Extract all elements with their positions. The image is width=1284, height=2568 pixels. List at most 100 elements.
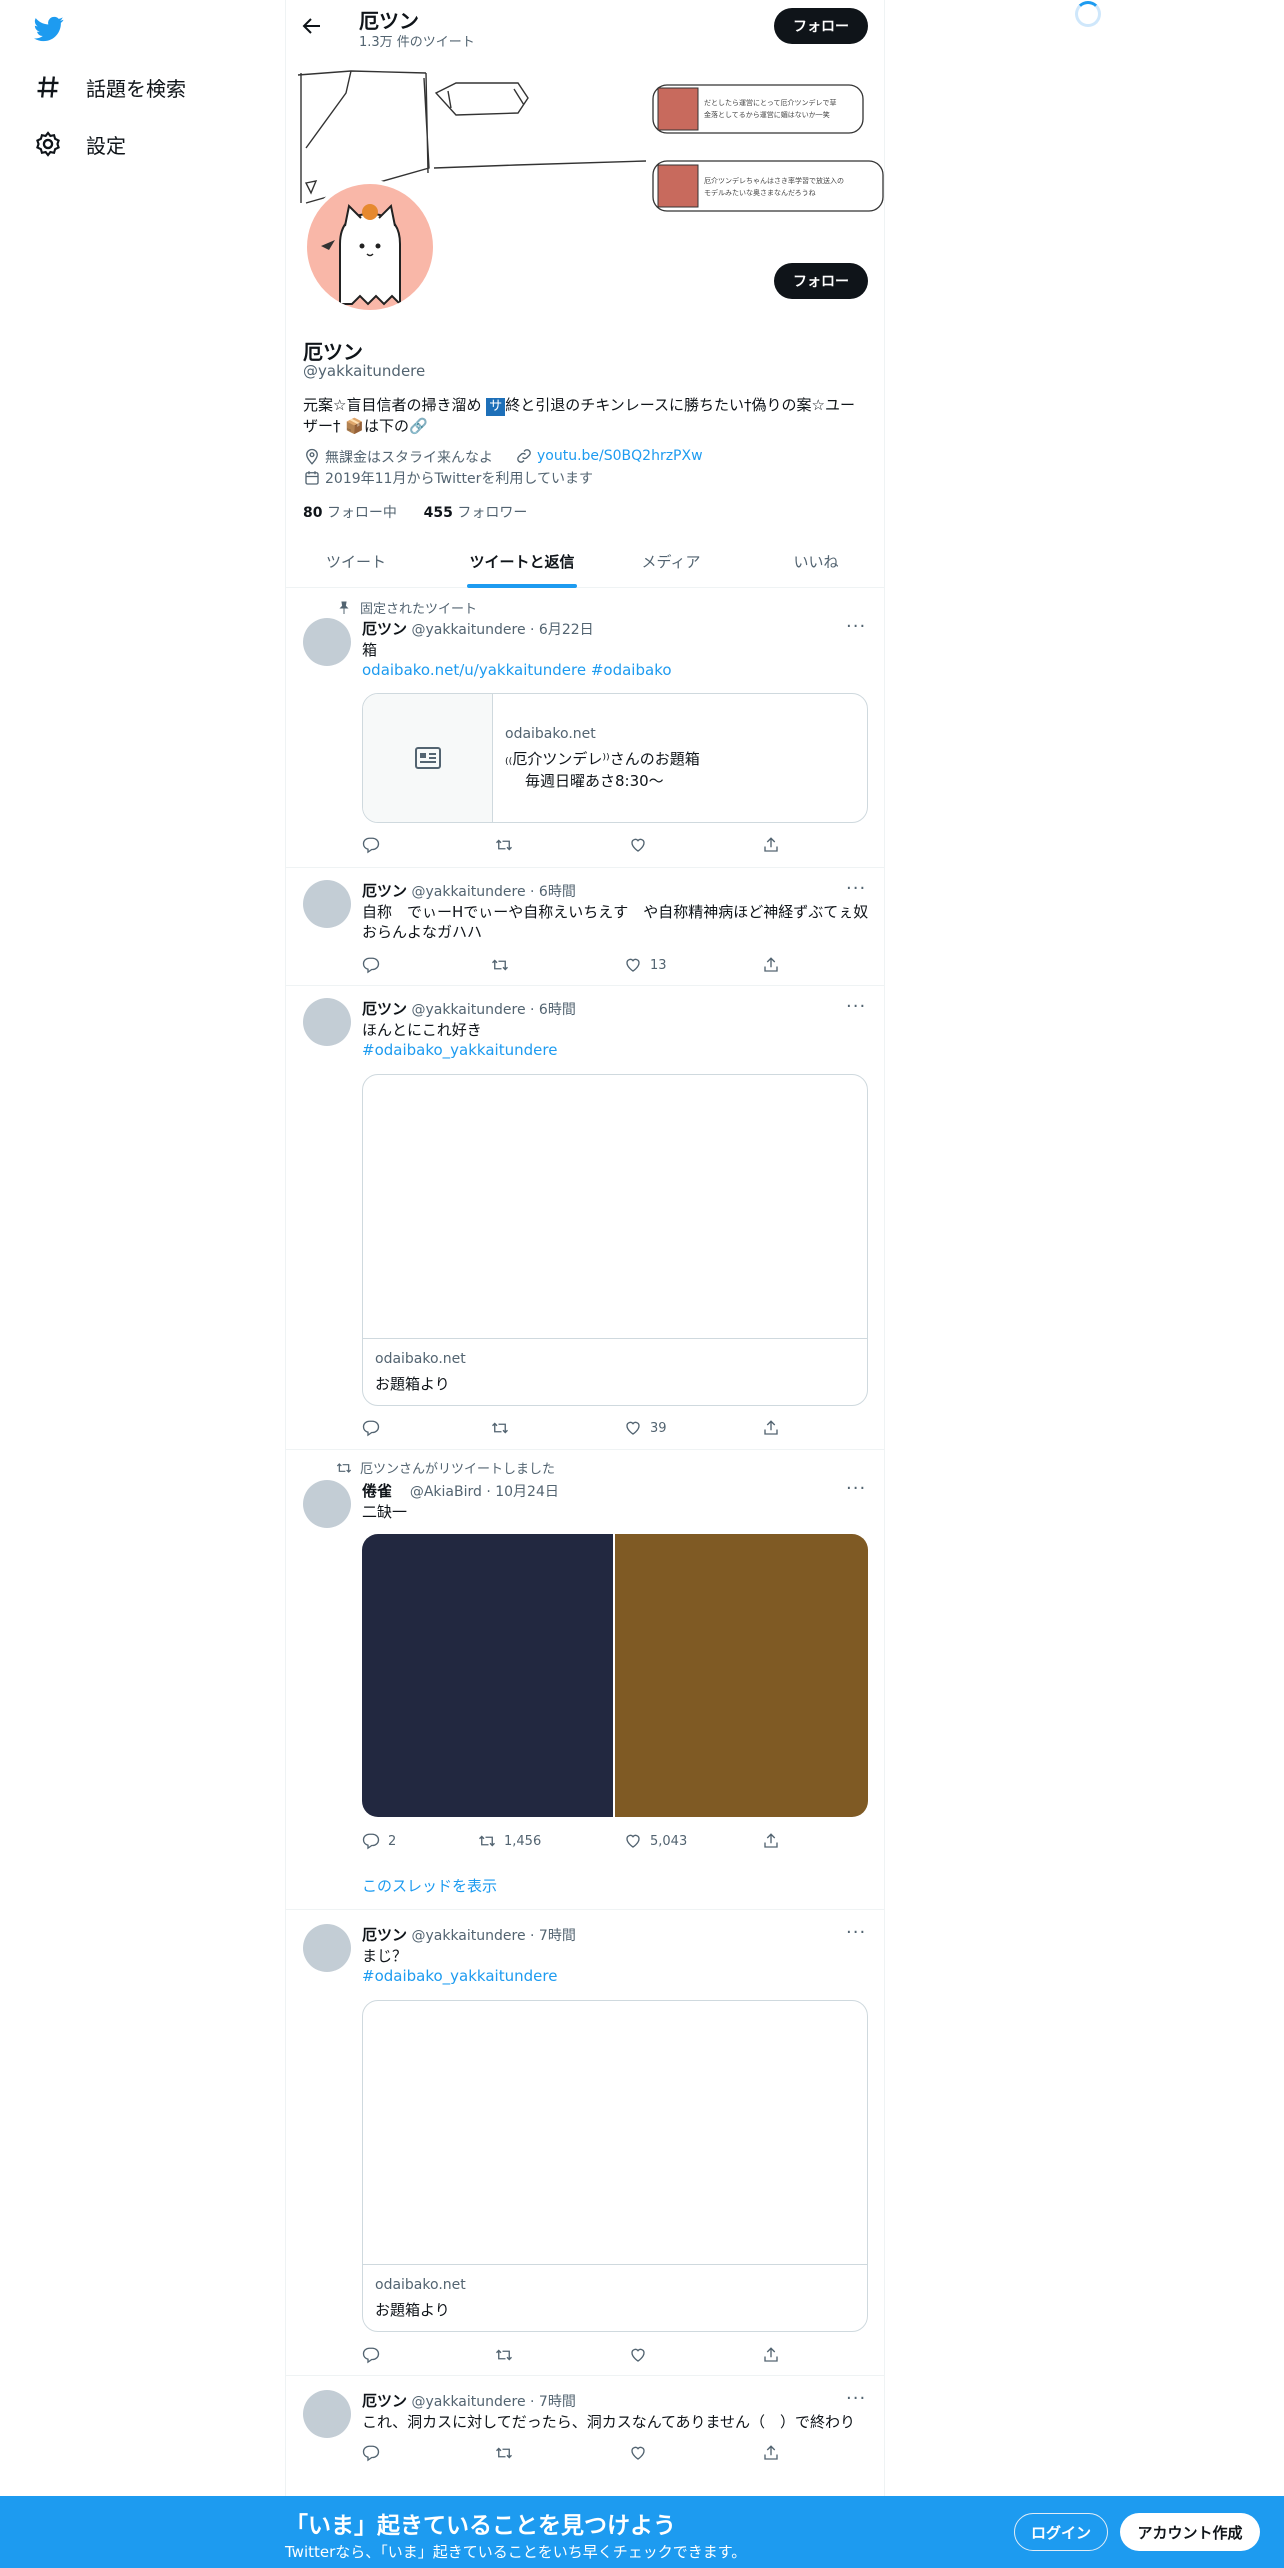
- tweet-image-right[interactable]: [615, 1534, 868, 1817]
- signup-button[interactable]: アカウント作成: [1120, 2513, 1260, 2551]
- following-link[interactable]: 80 フォロー中: [303, 505, 397, 521]
- profile-location-text: 無課金はスタライ来んなよ: [325, 450, 493, 466]
- tweet-link[interactable]: odaibako.net/u/yakkaitundere #odaibako: [362, 661, 672, 679]
- more-options-icon[interactable]: ···: [846, 1478, 866, 1499]
- reply-button[interactable]: [362, 2346, 388, 2364]
- twitter-bird-icon[interactable]: [32, 14, 66, 44]
- share-button[interactable]: [762, 2346, 788, 2364]
- tweet-pinned[interactable]: 固定されたツイート 厄ツン @yakkaitundere · 6月22日 ···…: [286, 588, 884, 868]
- share-icon: [762, 836, 780, 854]
- like-button[interactable]: 39: [624, 1419, 667, 1437]
- retweet-button[interactable]: 1,456: [478, 1832, 541, 1850]
- like-button[interactable]: [629, 836, 655, 854]
- tweet-author[interactable]: 厄ツン: [362, 882, 407, 900]
- like-button[interactable]: 5,043: [624, 1832, 687, 1850]
- card-image: [363, 1075, 867, 1339]
- show-thread-link[interactable]: このスレッドを表示: [362, 1875, 497, 1896]
- avatar[interactable]: [303, 2390, 351, 2438]
- reply-button[interactable]: [362, 956, 388, 974]
- tweet-image-left[interactable]: [362, 1534, 613, 1817]
- share-icon: [762, 2444, 780, 2462]
- card-domain: odaibako.net: [375, 2277, 466, 2293]
- follow-button-top[interactable]: フォロー: [774, 8, 868, 44]
- left-navigation: 話題を検索 設定: [0, 0, 285, 2568]
- more-options-icon[interactable]: ···: [846, 878, 866, 899]
- tab-likes[interactable]: いいね: [751, 535, 881, 588]
- link-card[interactable]: odaibako.net ₍₍厄介ツンデレ⁾⁾さんのお題箱 毎週日曜あさ8:30…: [362, 693, 868, 823]
- avatar[interactable]: [303, 618, 351, 666]
- like-button[interactable]: [629, 2346, 655, 2364]
- tweet[interactable]: 厄ツン @yakkaitundere · 7時間 ··· これ、洞カスに対してだ…: [286, 2376, 884, 2496]
- reply-icon: [362, 2444, 380, 2462]
- share-button[interactable]: [762, 2444, 788, 2462]
- tab-tweets[interactable]: ツイート: [286, 535, 426, 588]
- nav-explore[interactable]: 話題を検索: [34, 67, 186, 107]
- more-options-icon[interactable]: ···: [846, 996, 866, 1017]
- profile-website[interactable]: youtu.be/S0BQ2hrzPXw: [515, 447, 703, 465]
- retweet-icon: [495, 836, 513, 854]
- signup-banner-subtitle: Twitterなら、「いま」起きていることをいち早くチェックできます。: [285, 2543, 747, 2561]
- pinned-label: 固定されたツイート: [336, 598, 477, 617]
- reply-button[interactable]: [362, 1419, 388, 1437]
- tweet-actions: 13: [362, 956, 782, 976]
- retweet-button[interactable]: [495, 2346, 521, 2364]
- link-card[interactable]: odaibako.net お題箱より: [362, 1074, 868, 1406]
- heart-icon: [624, 1832, 642, 1850]
- share-button[interactable]: [762, 1419, 788, 1437]
- more-options-icon[interactable]: ···: [846, 1922, 866, 1943]
- followers-link[interactable]: 455 フォロワー: [424, 505, 528, 521]
- profile-website-link[interactable]: youtu.be/S0BQ2hrzPXw: [537, 448, 703, 464]
- share-icon: [762, 956, 780, 974]
- tweet-author[interactable]: 厄ツン: [362, 1000, 407, 1018]
- like-button[interactable]: 13: [624, 956, 667, 974]
- tab-tweets-replies[interactable]: ツイートと返信: [467, 535, 577, 588]
- profile-joined-text: 2019年11月からTwitterを利用しています: [325, 471, 593, 487]
- tweet-author[interactable]: 厄ツン: [362, 1926, 407, 1944]
- retweet-button[interactable]: [495, 836, 521, 854]
- share-button[interactable]: [762, 836, 788, 854]
- reply-icon: [362, 1832, 380, 1850]
- avatar[interactable]: [303, 880, 351, 928]
- tweet-author[interactable]: 倦雀: [362, 1482, 392, 1500]
- retweet-button[interactable]: [491, 1419, 517, 1437]
- hashtag-link[interactable]: #odaibako_yakkaitundere: [362, 1967, 557, 1985]
- tweet-retweeted[interactable]: 厄ツンさんがリツイートしました 倦雀 @AkiaBird · 10月24日 ··…: [286, 1450, 884, 1910]
- bio-box-glyph: サ: [486, 398, 506, 416]
- profile-avatar[interactable]: [303, 180, 437, 314]
- avatar[interactable]: [303, 1924, 351, 1972]
- reply-button[interactable]: [362, 836, 388, 854]
- nav-settings-label: 設定: [86, 133, 126, 158]
- tweet-text: 自称 でぃーHでぃーや自称えいちえす や自称精神病ほど神経ずぶてぇ奴おらんよなガ…: [362, 903, 869, 941]
- login-button[interactable]: ログイン: [1014, 2513, 1108, 2551]
- nav-settings[interactable]: 設定: [34, 124, 126, 164]
- heart-icon: [629, 836, 647, 854]
- share-button[interactable]: [762, 956, 788, 974]
- avatar[interactable]: [303, 998, 351, 1046]
- retweet-button[interactable]: [495, 2444, 521, 2462]
- share-button[interactable]: [762, 1832, 788, 1850]
- card-title: お題箱より: [375, 1375, 450, 1393]
- follow-button[interactable]: フォロー: [774, 263, 868, 299]
- tweet[interactable]: 厄ツン @yakkaitundere · 6時間 ··· 自称 でぃーHでぃーや…: [286, 868, 884, 986]
- more-options-icon[interactable]: ···: [846, 2388, 866, 2409]
- reply-button[interactable]: [362, 2444, 388, 2462]
- hashtag-link[interactable]: #odaibako_yakkaitundere: [362, 1041, 557, 1059]
- retweet-button[interactable]: [491, 956, 517, 974]
- tweet-author[interactable]: 厄ツン: [362, 2392, 407, 2410]
- avatar[interactable]: [303, 1480, 351, 1528]
- retweet-icon: [491, 956, 509, 974]
- tab-media[interactable]: メディア: [611, 535, 731, 588]
- tweet-text: ほんとにこれ好き: [362, 1021, 482, 1039]
- tweet[interactable]: 厄ツン @yakkaitundere · 6時間 ··· ほんとにこれ好き #o…: [286, 986, 884, 1450]
- card-thumbnail: [363, 694, 493, 822]
- share-icon: [762, 1419, 780, 1437]
- tweet-author[interactable]: 厄ツン: [362, 620, 407, 638]
- reply-icon: [362, 1419, 380, 1437]
- like-button[interactable]: [629, 2444, 655, 2462]
- link-card[interactable]: odaibako.net お題箱より: [362, 2000, 868, 2332]
- reply-button[interactable]: 2: [362, 1832, 396, 1850]
- tweet[interactable]: 厄ツン @yakkaitundere · 7時間 ··· まじ？ #odaiba…: [286, 1910, 884, 2376]
- tweet-media[interactable]: [362, 1534, 868, 1817]
- more-options-icon[interactable]: ···: [846, 616, 866, 637]
- back-arrow-icon[interactable]: [300, 14, 324, 38]
